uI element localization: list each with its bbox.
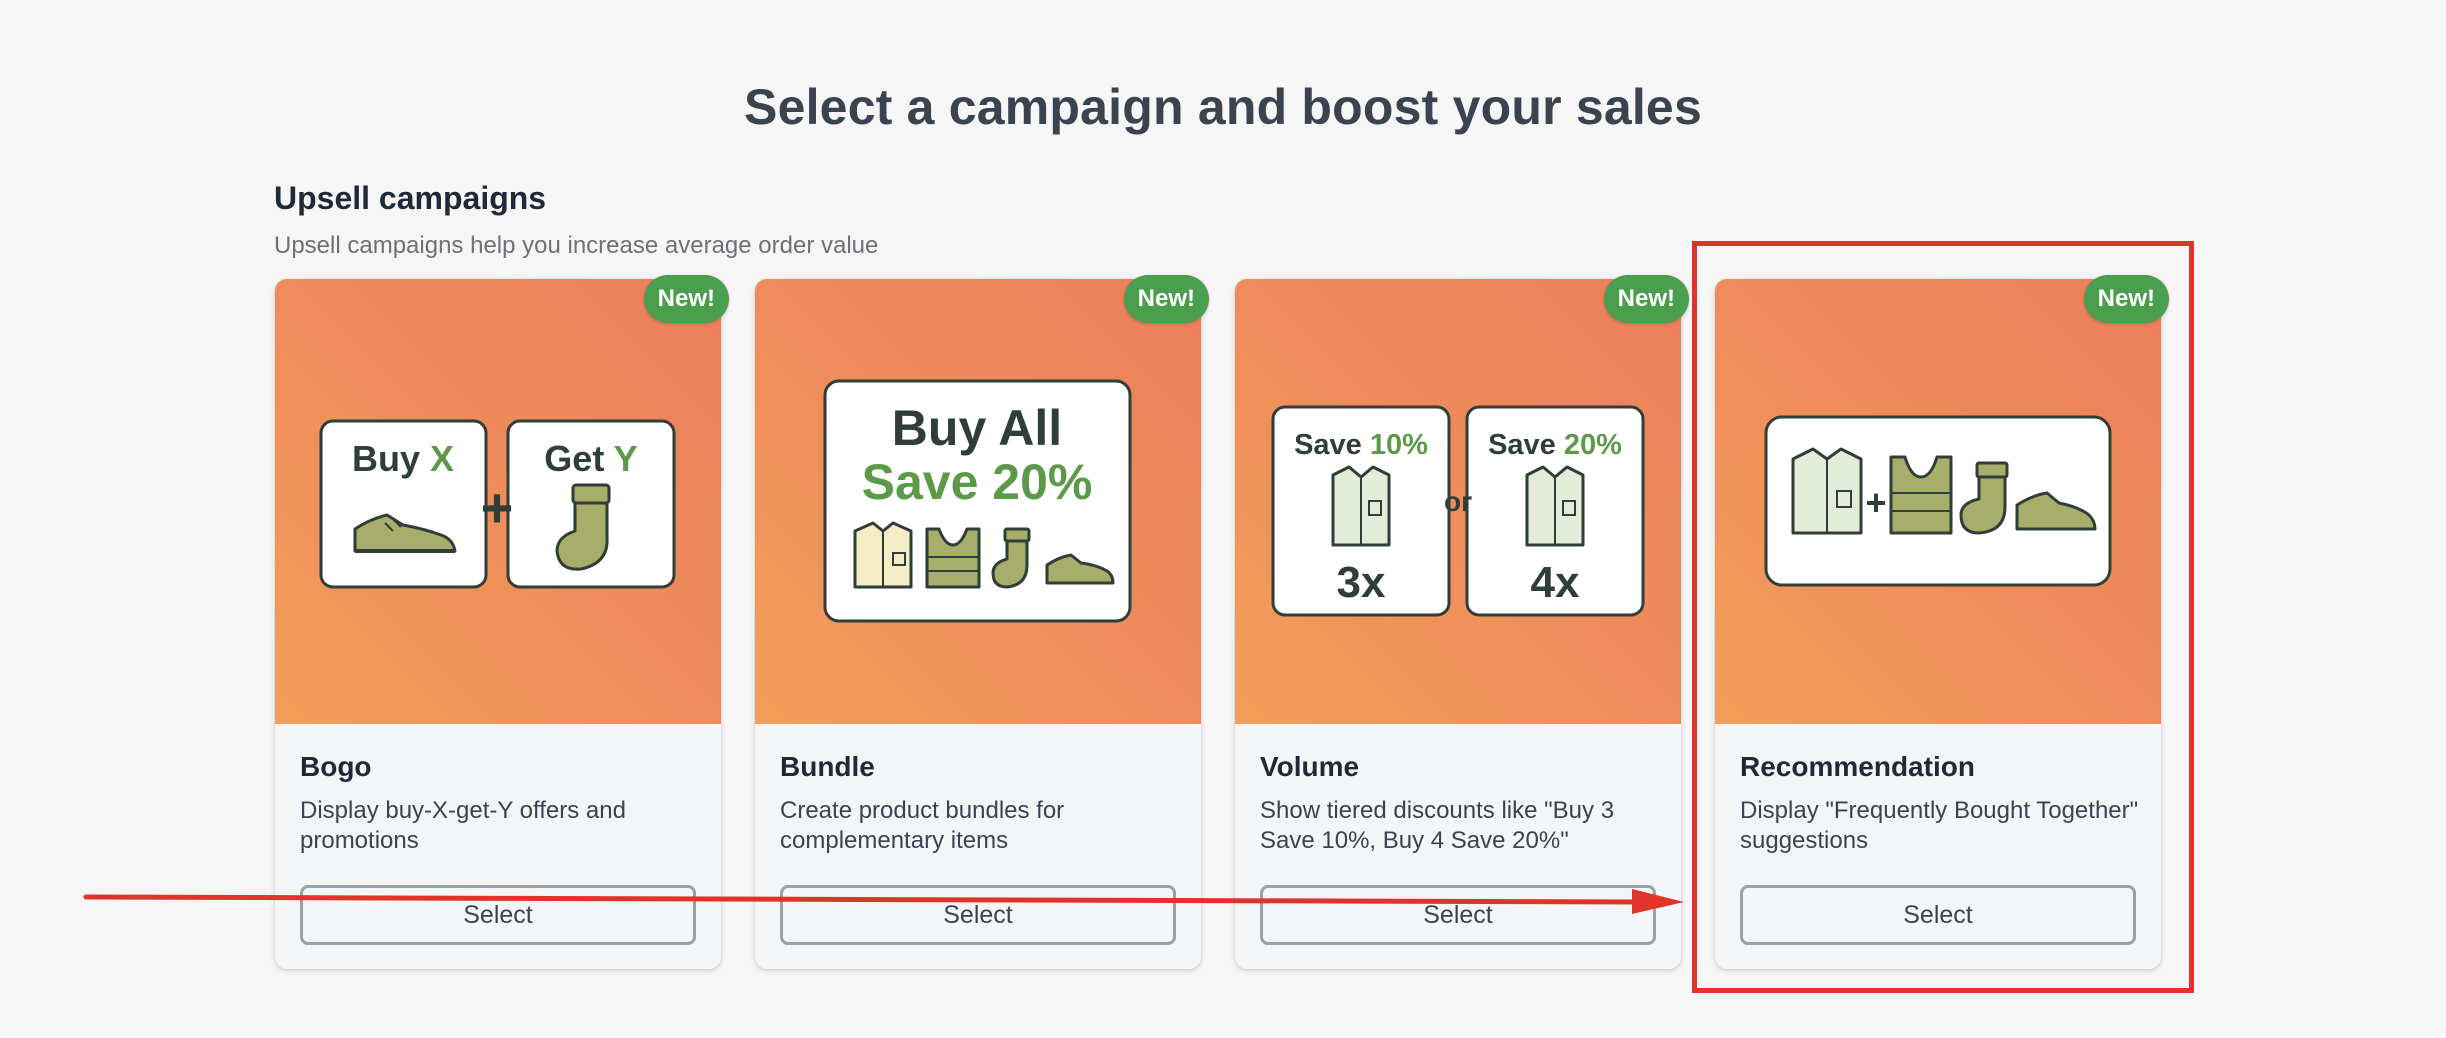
select-button-recommendation[interactable]: Select — [1740, 885, 2136, 945]
recommendation-illustration: + New! — [1715, 275, 2169, 724]
section-title: Upsell campaigns — [274, 180, 547, 216]
section-subtitle: Upsell campaigns help you increase avera… — [274, 232, 879, 259]
select-button-bundle[interactable]: Select — [780, 885, 1176, 945]
card-title: Bogo — [300, 751, 372, 782]
card-title: Volume — [1260, 751, 1360, 782]
new-badge: New! — [643, 275, 729, 323]
bogo-illustration: Buy X Get Y + New! — [275, 275, 729, 724]
svg-text:4x: 4x — [1531, 558, 1580, 607]
volume-illustration: Save 10% Save 20% 3x 4x or New! — [1235, 275, 1689, 724]
campaign-card-volume[interactable]: Save 10% Save 20% 3x 4x or New! Volume S — [1235, 275, 1689, 969]
new-badge: New! — [1123, 275, 1209, 323]
card-description: Show tiered discounts like "Buy 3 Save 1… — [1260, 797, 1615, 854]
select-button-volume[interactable]: Select — [1260, 885, 1656, 945]
card-title: Bundle — [780, 751, 875, 782]
shirt-icon — [1791, 447, 1863, 535]
card-description: Display "Frequently Bought Together" sug… — [1740, 797, 2139, 854]
page-title: Select a campaign and boost your sales — [744, 79, 1702, 135]
card-description: Display buy-X-get-Y offers and promotion… — [300, 797, 626, 854]
svg-text:3x: 3x — [1337, 558, 1386, 607]
svg-text:+: + — [481, 476, 514, 539]
campaign-card-bogo[interactable]: Buy X Get Y + New! Bogo Display buy-X-ge… — [275, 275, 729, 969]
new-badge: New! — [1603, 275, 1689, 323]
shirt-icon — [853, 521, 913, 589]
svg-text:Get Y: Get Y — [544, 438, 637, 479]
svg-text:Save 20%: Save 20% — [1488, 429, 1622, 461]
campaign-card-recommendation[interactable]: + New! Recommendation Display "Frequentl… — [1715, 275, 2169, 969]
svg-text:or: or — [1444, 486, 1472, 517]
campaign-card-bundle[interactable]: Buy All Save 20% New! Bundle Create prod… — [755, 275, 1209, 969]
new-badge: New! — [2083, 275, 2169, 323]
card-description: Create product bundles for complementary… — [780, 797, 1065, 854]
svg-text:Save 10%: Save 10% — [1294, 429, 1428, 461]
svg-text:Buy X: Buy X — [352, 438, 454, 479]
svg-text:+: + — [1865, 482, 1886, 523]
card-title: Recommendation — [1740, 751, 1975, 782]
shirt-icon — [1331, 465, 1391, 547]
svg-text:Buy All: Buy All — [892, 400, 1062, 456]
bundle-illustration: Buy All Save 20% New! — [755, 275, 1209, 724]
svg-text:Save 20%: Save 20% — [862, 454, 1093, 510]
select-button-bogo[interactable]: Select — [300, 885, 696, 945]
shirt-icon — [1525, 465, 1585, 547]
campaign-select-page: Select a campaign and boost your sales U… — [0, 0, 2446, 1038]
